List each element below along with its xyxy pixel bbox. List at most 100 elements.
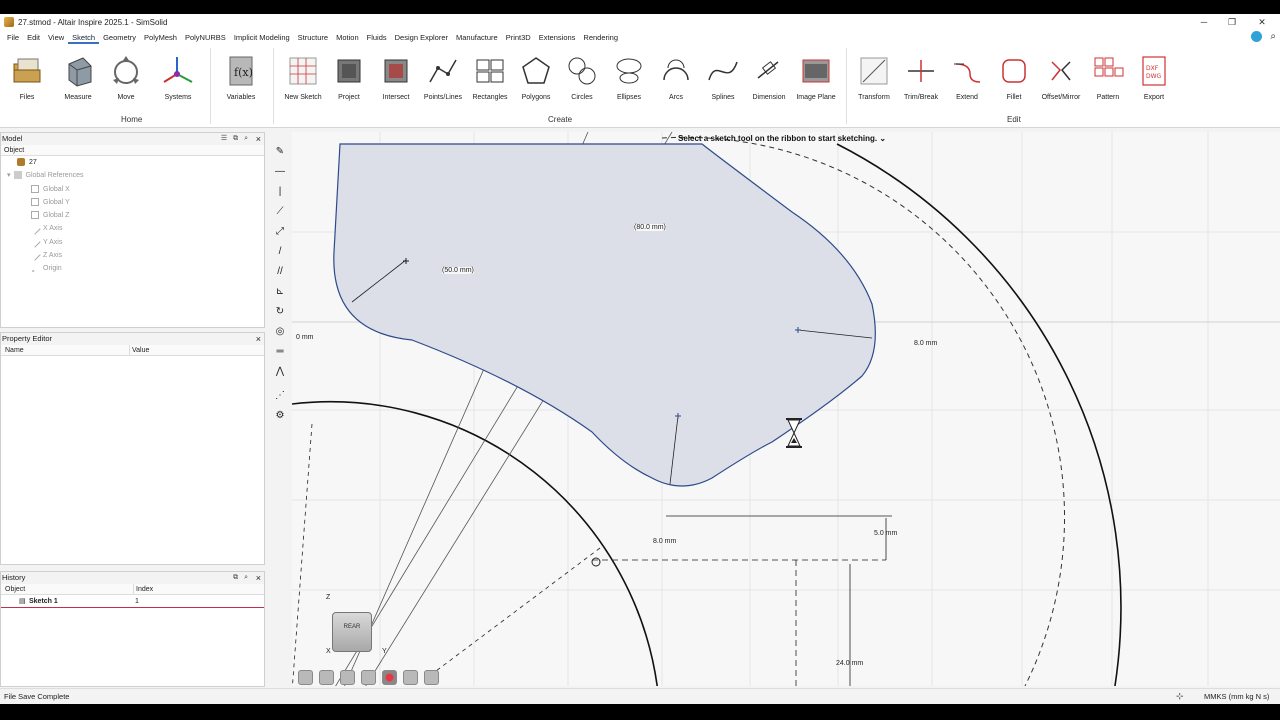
close-icon[interactable]: × [256,133,261,145]
panel-tools-icon[interactable]: ⧉ ⌕ [233,572,250,584]
variables-button[interactable]: f(x) Variables [216,54,266,101]
view-cube[interactable]: REAR [332,612,372,652]
history-row[interactable]: ▤ Sketch 1 1 [1,595,264,609]
horizontal-constraint-icon[interactable]: — [274,166,286,178]
menu-extensions[interactable]: Extensions [535,31,580,44]
offset-mirror-button[interactable]: Offset/Mirror [1036,54,1086,101]
panel-tools-icon[interactable]: ☰ ⧉ ⌕ [221,133,250,145]
filter-icon[interactable] [424,670,439,685]
new-sketch-button[interactable]: New Sketch [278,54,328,101]
chevron-down-icon[interactable]: ⌄ [879,134,886,143]
property-editor-panel: Property Editor × Name Value [0,332,265,565]
dimension-label[interactable]: 8.0 mm [914,340,937,347]
svg-text:f(x): f(x) [234,66,253,79]
shading-icon[interactable] [298,670,313,685]
parallel-icon[interactable]: // [274,266,286,278]
menu-rendering[interactable]: Rendering [579,31,622,44]
search-icon[interactable]: ⌕ [1270,31,1276,42]
tree-item[interactable]: X Axis [1,222,264,235]
ellipses-button[interactable]: Ellipses [604,54,654,101]
rotate-icon[interactable]: ↻ [274,306,286,318]
close-icon[interactable]: × [256,333,261,345]
tangent-icon[interactable]: / [274,246,286,258]
intersect-button[interactable]: Intersect [371,54,421,101]
tree-item[interactable]: Global Z [1,209,264,222]
close-button[interactable]: ✕ [1248,15,1276,29]
close-icon[interactable]: × [256,572,261,584]
settings-icon[interactable]: ⚙ [274,410,286,422]
menu-print3d[interactable]: Print3D [502,31,535,44]
trim-break-button[interactable]: Trim/Break [896,54,946,101]
menu-polymesh[interactable]: PolyMesh [140,31,181,44]
dimension-label[interactable]: 8.0 mm [653,538,676,545]
rectangles-button[interactable]: Rectangles [465,54,515,101]
construction-icon[interactable]: ⋰ [274,390,286,402]
perpendicular-icon[interactable]: ⊾ [274,286,286,298]
zoom-icon[interactable] [382,670,397,685]
menu-manufacture[interactable]: Manufacture [452,31,502,44]
dimension-label[interactable]: 5.0 mm [874,530,897,537]
maximize-button[interactable]: ❐ [1218,15,1246,29]
transform-button[interactable]: Transform [849,54,899,101]
midpoint-icon[interactable]: ⤢ [274,226,286,238]
tree-item[interactable]: ▾ Global References [1,169,264,182]
pin-icon[interactable]: ✎ [274,146,286,158]
menu-geometry[interactable]: Geometry [99,31,140,44]
vertical-constraint-icon[interactable]: | [274,186,286,198]
menu-polynurbs[interactable]: PolyNURBS [181,31,230,44]
extend-button[interactable]: Extend [942,54,992,101]
minimize-button[interactable]: ─ [1190,15,1218,29]
menu-structure[interactable]: Structure [294,31,332,44]
unit-system[interactable]: MMKS (mm kg N s) [1204,689,1269,704]
menu-motion[interactable]: Motion [332,31,363,44]
arcs-button[interactable]: Arcs [651,54,701,101]
sketch-canvas [292,132,1280,686]
tree-item[interactable]: Z Axis [1,249,264,262]
pattern-button[interactable]: Pattern [1083,54,1133,101]
menu-view[interactable]: View [44,31,68,44]
circles-button[interactable]: Circles [557,54,607,101]
dimension-label[interactable]: (80.0 mm) [634,224,666,231]
tree-item[interactable]: Y Axis [1,236,264,249]
dimension-label[interactable]: (50.0 mm) [442,267,474,274]
dimension-button[interactable]: Dimension [744,54,794,101]
menu-implicit-modeling[interactable]: Implicit Modeling [230,31,294,44]
tree-item[interactable]: 27 [1,156,264,169]
orbit-icon[interactable] [403,670,418,685]
snap-icon[interactable]: ⊹ [1176,689,1184,704]
systems-button[interactable]: Systems [153,54,203,101]
section-icon[interactable] [340,670,355,685]
measure-button[interactable]: Measure [53,54,103,101]
menu-fluids[interactable]: Fluids [363,31,391,44]
menu-file[interactable]: File [3,31,23,44]
concentric-icon[interactable]: ◎ [274,326,286,338]
tree-item[interactable]: ∘ Origin [1,262,264,275]
move-button[interactable]: Move [101,54,151,101]
menu-design-explorer[interactable]: Design Explorer [391,31,452,44]
image-plane-icon [799,54,833,88]
files-button[interactable]: Files [2,54,52,101]
account-icon[interactable] [1251,31,1263,42]
point-marker[interactable] [591,557,601,567]
grid-icon[interactable] [361,670,376,685]
image-plane-button[interactable]: Image Plane [791,54,841,101]
menu-sketch[interactable]: Sketch [68,31,100,44]
tree-item[interactable]: Global X [1,183,264,196]
equal-icon[interactable]: ═ [274,346,286,358]
y-axis-label: Y [382,648,387,655]
splines-button[interactable]: Splines [698,54,748,101]
symmetric-icon[interactable]: ⋀ [274,366,286,378]
menu-edit[interactable]: Edit [23,31,44,44]
fillet-button[interactable]: Fillet [989,54,1039,101]
tree-item[interactable]: Global Y [1,196,264,209]
polygons-button[interactable]: Polygons [511,54,561,101]
dimension-label[interactable]: 24.0 mm [836,660,863,667]
points-lines-button[interactable]: Points/Lines [418,54,468,101]
export-button[interactable]: DXF DWG Export [1129,54,1179,101]
camera-icon[interactable] [319,670,334,685]
project-button[interactable]: Project [324,54,374,101]
transform-label: Transform [858,94,890,101]
dimension-label[interactable]: 0 mm [296,334,314,341]
coincident-icon[interactable]: ⟋ [274,206,286,218]
sketch-viewport[interactable]: Select a sketch tool on the ribbon to st… [292,132,1280,686]
